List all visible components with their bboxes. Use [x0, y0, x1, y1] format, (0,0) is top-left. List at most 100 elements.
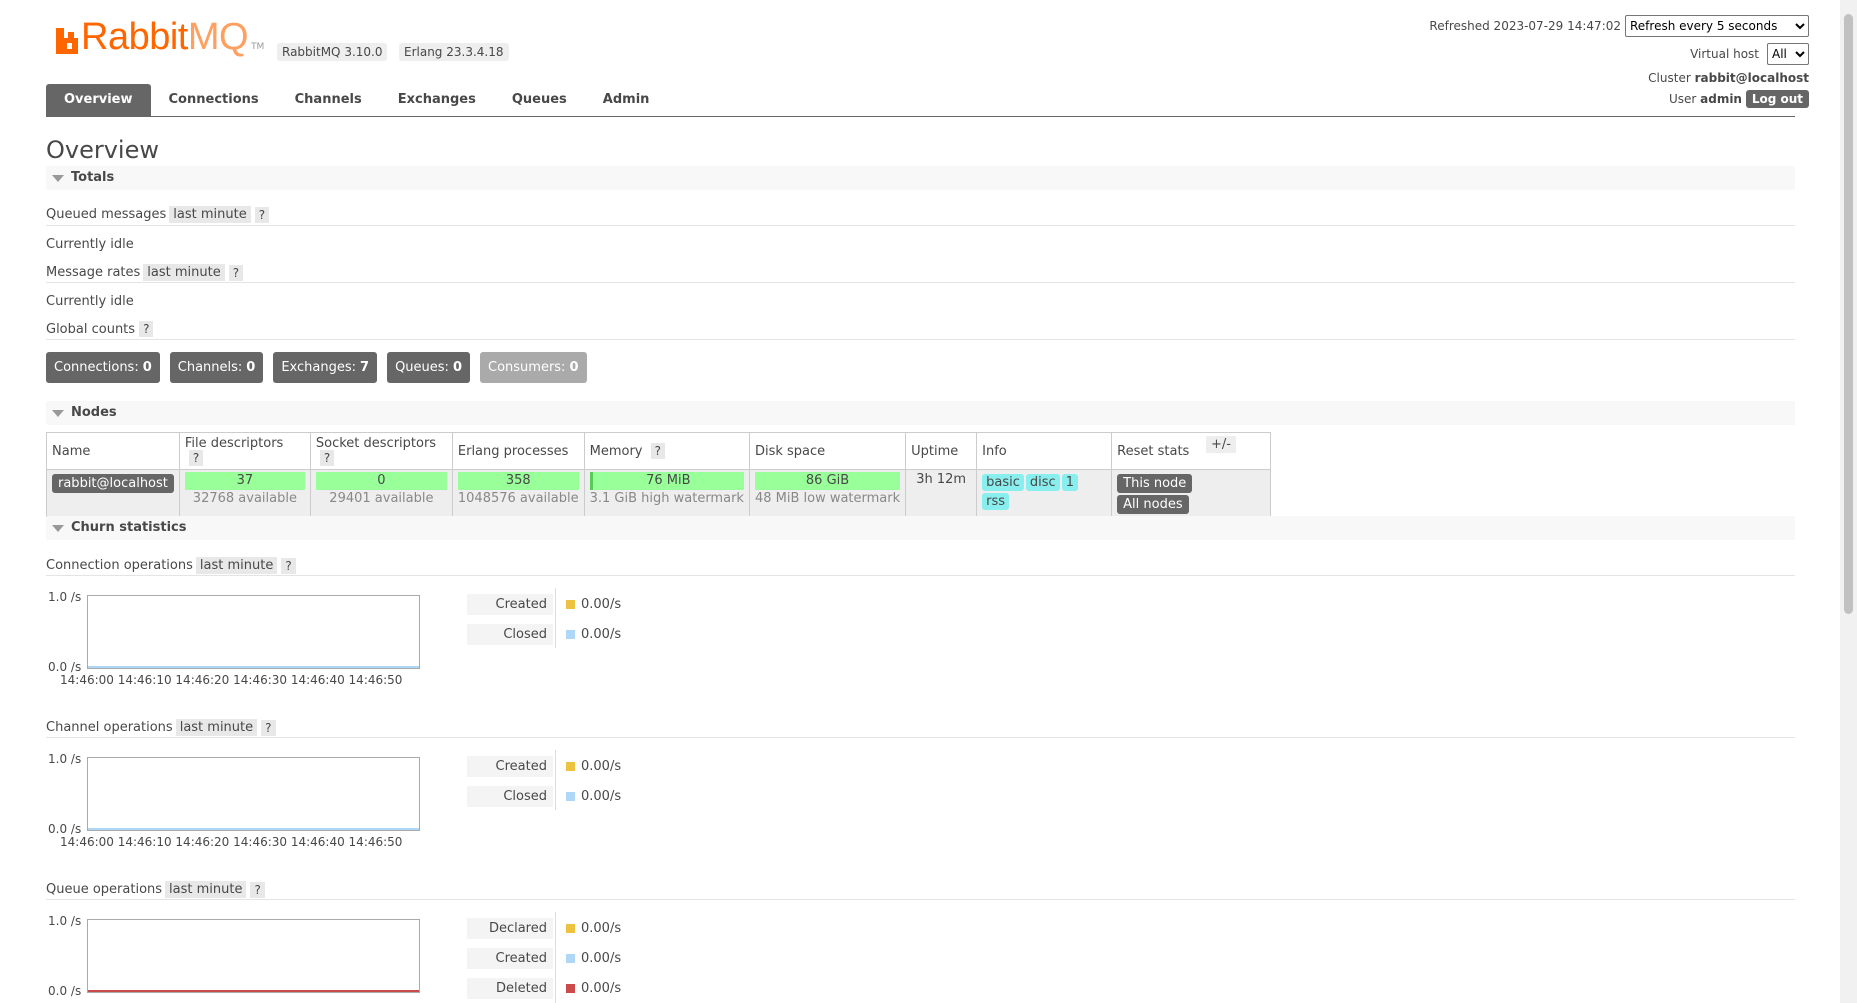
legend-created-label: Created	[467, 756, 553, 777]
reset-this-node-button[interactable]: This node	[1117, 474, 1193, 493]
churn-section-header[interactable]: Churn statistics	[46, 516, 1795, 540]
info-badge-basic: basic	[982, 474, 1024, 491]
message-rates-row: Message rates last minute ?	[46, 264, 244, 281]
refresh-interval-select[interactable]: Refresh every 5 seconds	[1625, 15, 1809, 37]
divider	[555, 750, 556, 810]
global-counts-label: Global counts	[46, 321, 136, 337]
trademark: TM	[251, 42, 265, 52]
tab-queues[interactable]: Queues	[494, 84, 585, 116]
legend-closed-label: Closed	[467, 786, 553, 807]
help-button[interactable]: ?	[261, 719, 276, 736]
y-axis-bottom-label: 0.0 /s	[48, 984, 82, 998]
cluster-label: Cluster	[1648, 71, 1691, 85]
collapse-triangle-icon	[52, 410, 64, 417]
refreshed-timestamp: Refreshed 2023-07-29 14:47:02	[1429, 19, 1621, 33]
scrollbar-thumb[interactable]	[1844, 14, 1853, 614]
yellow-swatch-icon	[566, 762, 575, 771]
section-title: Churn statistics	[71, 520, 187, 535]
col-name: Name	[46, 432, 180, 470]
y-axis-top-label: 1.0 /s	[48, 590, 82, 604]
blue-swatch-icon	[566, 954, 575, 963]
connections-count[interactable]: Connections: 0	[46, 352, 160, 383]
help-button[interactable]: ?	[250, 881, 265, 898]
ep-bar: 358	[457, 472, 579, 490]
range-selector[interactable]: last minute	[195, 557, 278, 574]
help-button[interactable]: ?	[188, 450, 204, 466]
idle-text: Currently idle	[46, 237, 134, 252]
reset-all-nodes-button[interactable]: All nodes	[1117, 495, 1189, 514]
queue-operations-row: Queue operations last minute ?	[46, 881, 265, 898]
legend-closed-label: Closed	[467, 624, 553, 645]
yellow-swatch-icon	[566, 924, 575, 933]
y-axis-top-label: 1.0 /s	[48, 914, 82, 928]
help-button[interactable]: ?	[254, 206, 270, 223]
legend-created-value: 0.00/s	[566, 597, 621, 612]
range-selector[interactable]: last minute	[169, 206, 251, 223]
page-title: Overview	[46, 136, 159, 164]
rabbitmq-version: RabbitMQ 3.10.0	[277, 43, 388, 61]
tab-connections[interactable]: Connections	[151, 84, 277, 116]
help-button[interactable]: ?	[319, 450, 335, 466]
section-title: Totals	[71, 170, 115, 185]
legend-created-value: 0.00/s	[566, 759, 621, 774]
help-button[interactable]: ?	[650, 442, 665, 459]
memory-bar: 76 MiB	[589, 472, 744, 490]
disk-bar: 86 GiB	[754, 472, 901, 490]
column-toggle-button[interactable]: +/-	[1206, 436, 1236, 453]
range-selector[interactable]: last minute	[143, 264, 225, 281]
info-badge-rss: rss	[982, 493, 1010, 510]
queues-count[interactable]: Queues: 0	[387, 352, 470, 383]
legend-deleted-value: 0.00/s	[566, 981, 621, 996]
exchanges-count[interactable]: Exchanges: 7	[273, 352, 378, 383]
legend-closed-value: 0.00/s	[566, 627, 621, 642]
range-selector[interactable]: last minute	[175, 719, 258, 736]
legend-declared-label: Declared	[467, 918, 553, 939]
range-selector[interactable]: last minute	[165, 881, 247, 898]
col-reset-stats: Reset stats	[1111, 432, 1272, 470]
help-button[interactable]: ?	[228, 264, 244, 281]
help-button[interactable]: ?	[139, 321, 154, 337]
rabbitmq-logo: RabbitMQ TM	[56, 16, 265, 58]
legend-closed-value: 0.00/s	[566, 789, 621, 804]
channel-operations-row: Channel operations last minute ?	[46, 719, 276, 736]
vertical-scrollbar[interactable]	[1840, 0, 1857, 1003]
tab-admin[interactable]: Admin	[585, 84, 668, 116]
node-name-link[interactable]: rabbit@localhost	[52, 474, 174, 493]
divider	[555, 588, 556, 648]
legend-created-label: Created	[467, 948, 553, 969]
help-button[interactable]: ?	[281, 557, 296, 574]
col-uptime: Uptime	[905, 432, 978, 470]
totals-section-header[interactable]: Totals	[46, 166, 1795, 190]
y-axis-top-label: 1.0 /s	[48, 752, 82, 766]
cluster-name: rabbit@localhost	[1694, 71, 1809, 85]
logo-text: RabbitMQ	[81, 16, 249, 58]
tab-channels[interactable]: Channels	[277, 84, 380, 116]
memory-watermark: 3.1 GiB high watermark	[589, 491, 744, 506]
tab-overview[interactable]: Overview	[46, 84, 151, 116]
divider	[46, 899, 1795, 900]
legend-created-value: 0.00/s	[566, 951, 621, 966]
main-nav: Overview Connections Channels Exchanges …	[46, 84, 1795, 117]
tab-exchanges[interactable]: Exchanges	[380, 84, 494, 116]
col-erlang-processes: Erlang processes	[451, 432, 585, 470]
rabbit-logo-icon	[56, 28, 78, 54]
virtual-host-select[interactable]: All	[1767, 43, 1809, 65]
channels-count[interactable]: Channels: 0	[169, 352, 264, 383]
connection-operations-row: Connection operations last minute ?	[46, 557, 296, 574]
chart-svg	[88, 990, 419, 992]
message-rates-label: Message rates	[46, 265, 141, 280]
global-counts-row: Global counts ?	[46, 321, 154, 337]
red-swatch-icon	[566, 984, 575, 993]
nodes-section-header[interactable]: Nodes	[46, 401, 1795, 425]
fd-bar: 37	[184, 472, 305, 490]
connection-operations-label: Connection operations	[46, 558, 193, 573]
section-title: Nodes	[71, 405, 117, 420]
queued-messages-row: Queued messages last minute ?	[46, 206, 270, 223]
info-badge-disc: disc	[1025, 474, 1060, 491]
y-axis-bottom-label: 0.0 /s	[48, 660, 82, 674]
col-socket-descriptors: Socket descriptors ?	[309, 432, 453, 470]
fd-available: 32768 available	[192, 491, 297, 506]
x-axis-ticks: 14:46:00 14:46:10 14:46:20 14:46:30 14:4…	[60, 835, 403, 849]
col-memory: Memory ?	[583, 432, 750, 470]
divider	[46, 282, 1795, 283]
